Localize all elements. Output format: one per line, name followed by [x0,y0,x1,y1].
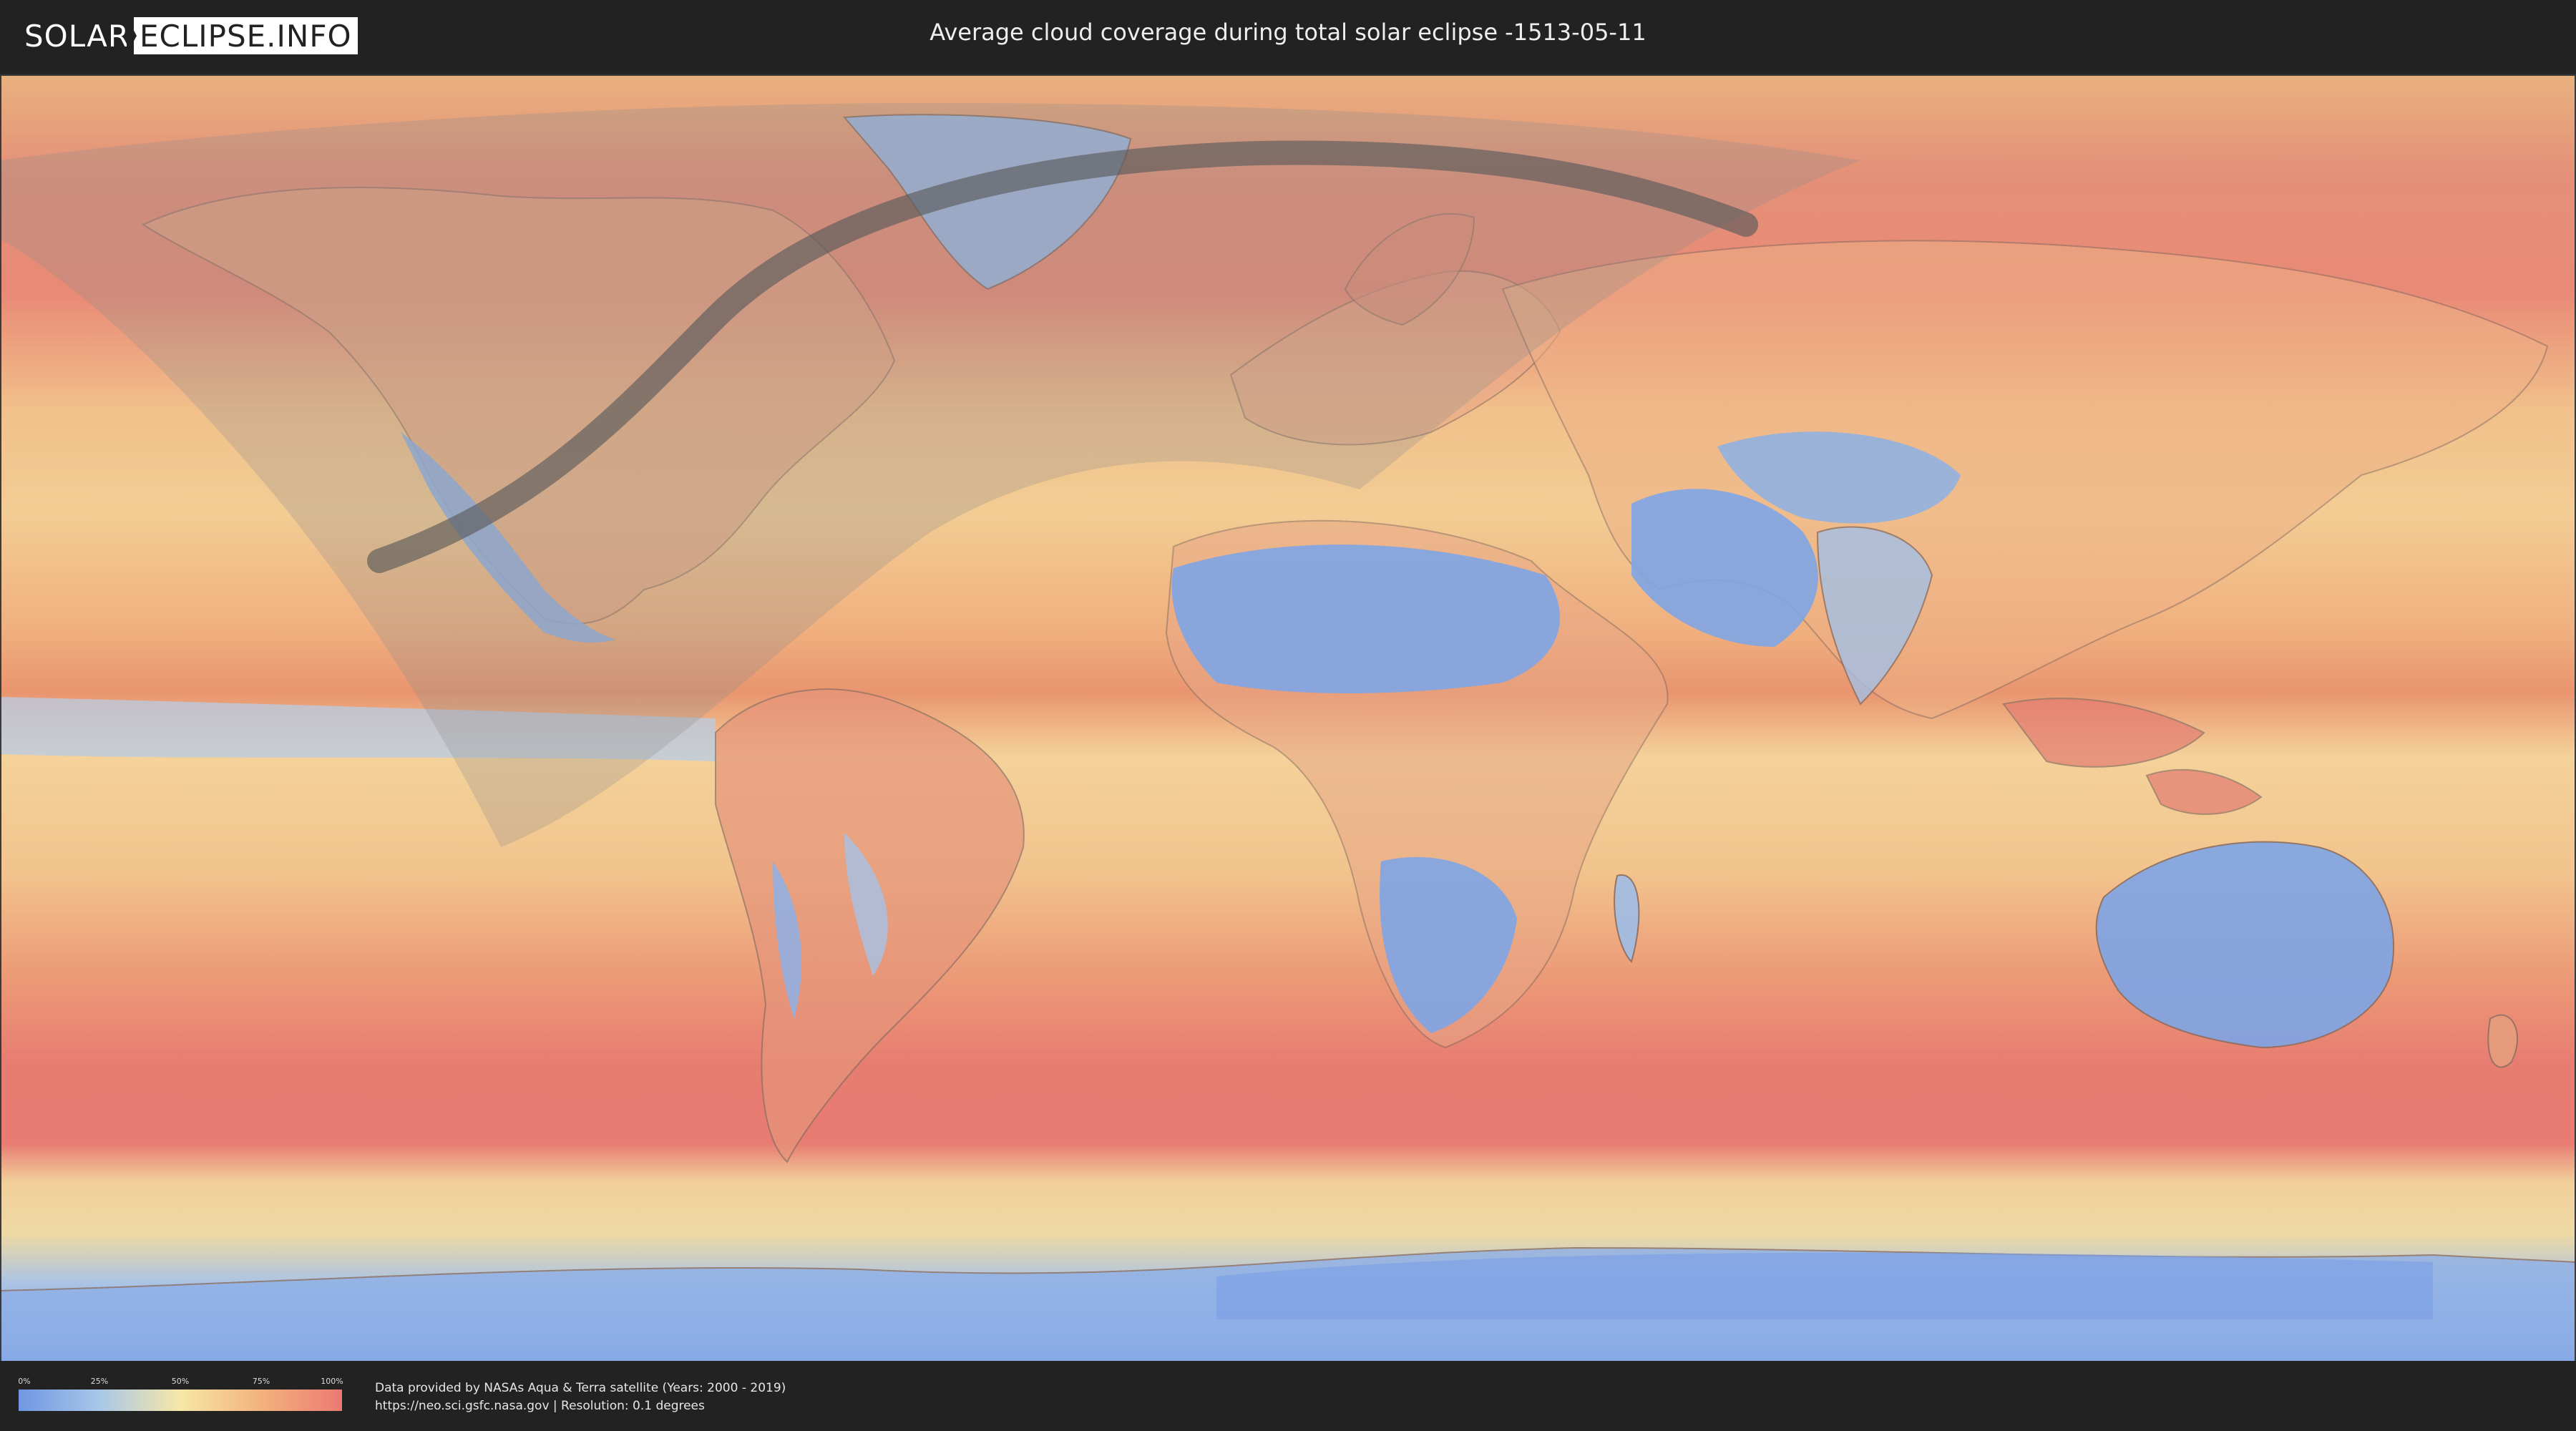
legend-tick-0: 0% [18,1377,31,1386]
credit-line-source: Data provided by NASAs Aqua & Terra sate… [375,1381,786,1395]
page-title: Average cloud coverage during total sola… [930,19,1646,46]
cloud-cover-map [0,74,2576,1362]
data-credits: Data provided by NASAs Aqua & Terra sate… [375,1379,786,1415]
sahara-clear-region [1171,544,1560,693]
legend-tick-50: 50% [171,1377,190,1386]
legend-tick-25: 25% [90,1377,109,1386]
legend-tick-100: 100% [321,1377,343,1386]
footer-bar: 0% 25% 50% 75% 100% Data provided by NAS… [0,1361,2576,1431]
legend-color-bar [19,1390,342,1411]
legend-tick-75: 75% [252,1377,270,1386]
credit-line-url[interactable]: https://neo.sci.gsfc.nasa.gov | Resoluti… [375,1397,786,1415]
world-map-svg [0,74,2576,1362]
cloud-cover-legend: 0% 25% 50% 75% 100% [18,1377,343,1414]
new-zealand-landmass [2487,1014,2518,1068]
header-bar: SOLAR ECLIPSE.INFO Average cloud coverag… [0,0,2576,72]
